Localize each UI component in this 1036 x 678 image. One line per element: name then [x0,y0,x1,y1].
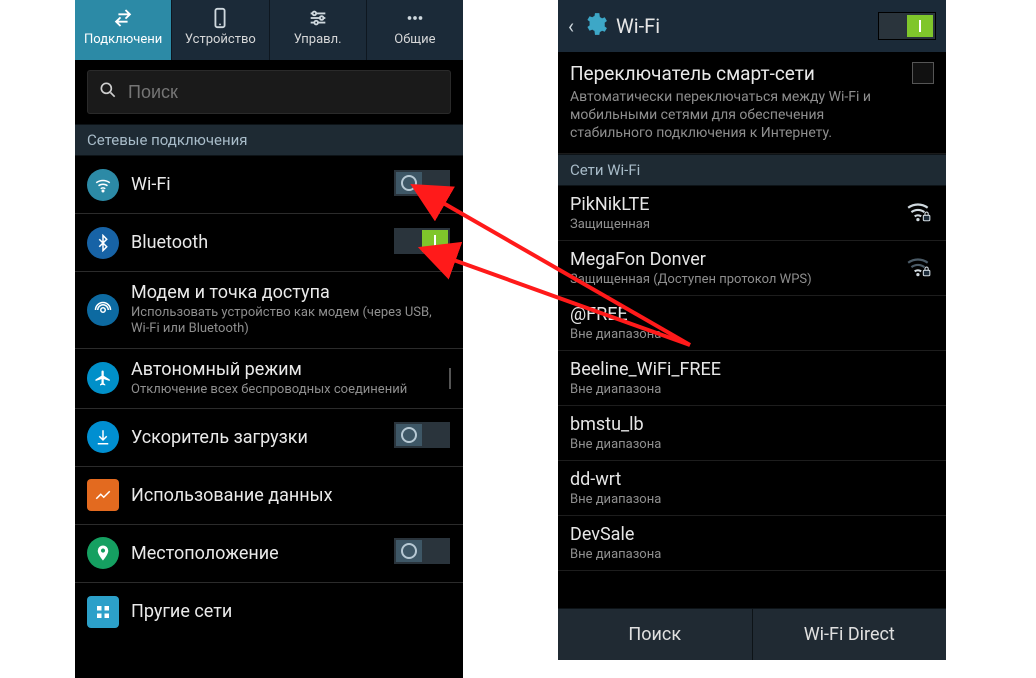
smart-switch-row[interactable]: Переключатель смарт-сети Автоматически п… [558,52,946,154]
row-data-usage[interactable]: Использование данных [75,467,463,525]
row-title: Модем и точка доступа [131,282,451,303]
row-subtitle: Отключение всех беспроводных соединений [131,382,437,398]
network-status: Вне диапазона [570,382,934,397]
more-icon [87,596,119,628]
row-subtitle: Использовать устройство как модем (через… [131,305,451,338]
search-wrap [75,60,463,124]
network-item[interactable]: DevSale Вне диапазона [558,516,946,571]
bluetooth-toggle[interactable] [393,227,451,255]
airplane-checkbox[interactable] [449,368,451,389]
dots-icon [367,6,463,30]
tab-connections[interactable]: Подключени [75,0,172,60]
data-usage-icon [87,479,119,511]
network-item[interactable]: MegaFon Donver Защищенная (Доступен прото… [558,241,946,296]
bottom-bar: Поиск Wi-Fi Direct [558,608,946,660]
network-name: Beeline_WiFi_FREE [570,359,934,380]
network-name: @FREE [570,304,934,325]
search-input[interactable] [128,82,440,103]
row-title: Ускоритель загрузки [131,427,381,448]
row-tethering[interactable]: Модем и точка доступа Использовать устро… [75,272,463,349]
bluetooth-icon [87,227,119,259]
smart-switch-title: Переключатель смарт-сети [570,62,902,85]
row-location[interactable]: Местоположение [75,525,463,583]
top-tabs: Подключени Устройство Управл. Общие [75,0,463,60]
row-bluetooth[interactable]: Bluetooth [75,214,463,272]
row-title: Wi-Fi [131,174,381,195]
network-status: Защищенная [570,217,904,232]
network-item[interactable]: @FREE Вне диапазона [558,296,946,351]
tab-general[interactable]: Общие [367,0,463,60]
download-icon [87,421,119,453]
network-name: PikNikLTE [570,194,904,215]
row-airplane[interactable]: Автономный режим Отключение всех беспров… [75,349,463,409]
wifi-screen: ‹ Wi-Fi Переключатель смарт-сети Автомат… [558,0,946,660]
network-name: DevSale [570,524,934,545]
scan-button[interactable]: Поиск [558,609,753,660]
row-wifi[interactable]: Wi-Fi [75,156,463,214]
network-name: MegaFon Donver [570,249,904,270]
network-status: Вне диапазона [570,547,934,562]
smart-switch-sub: Автоматически переключаться между Wi-Fi … [570,88,902,143]
airplane-icon [87,362,119,394]
smart-switch-checkbox[interactable] [912,62,934,84]
location-icon [87,537,119,569]
tab-label: Устройство [172,32,268,47]
row-title: Bluetooth [131,232,381,253]
swap-icon [75,6,171,30]
network-item[interactable]: bmstu_lb Вне диапазона [558,406,946,461]
row-title: Пругие сети [131,601,451,622]
wifi-master-toggle[interactable] [878,12,936,40]
network-status: Вне диапазона [570,437,934,452]
tab-label: Общие [367,32,463,47]
back-button[interactable]: ‹ [568,14,574,38]
wifi-icon [87,169,119,201]
location-toggle[interactable] [393,537,451,565]
tab-controls[interactable]: Управл. [270,0,367,60]
hotspot-icon [87,294,119,326]
network-status: Вне диапазона [570,492,934,507]
section-header-wifi-networks: Сети Wi-Fi [558,154,946,186]
network-item[interactable]: Beeline_WiFi_FREE Вне диапазона [558,351,946,406]
search-box[interactable] [87,70,451,114]
gear-icon [582,11,608,41]
network-list: PikNikLTE Защищенная MegaFon Donver Защищен… [558,186,946,571]
row-title: Использование данных [131,485,451,506]
search-icon [98,80,118,104]
row-more-networks[interactable]: Пругие сети [75,583,463,641]
network-item[interactable]: PikNikLTE Защищенная [558,186,946,241]
network-name: bmstu_lb [570,414,934,435]
tab-device[interactable]: Устройство [172,0,269,60]
row-download-booster[interactable]: Ускоритель загрузки [75,409,463,467]
network-status: Вне диапазона [570,327,934,342]
screen-title: Wi-Fi [616,14,870,38]
wifi-direct-button[interactable]: Wi-Fi Direct [753,609,947,660]
row-title: Местоположение [131,543,381,564]
wifi-signal-icon [904,253,934,283]
phone-icon [172,6,268,30]
tab-label: Управл. [270,32,366,47]
section-header-network: Сетевые подключения [75,124,463,156]
booster-toggle[interactable] [393,421,451,449]
wifi-header: ‹ Wi-Fi [558,0,946,52]
tab-label: Подключени [75,32,171,47]
network-status: Защищенная (Доступен протокол WPS) [570,272,904,287]
row-title: Автономный режим [131,359,437,380]
settings-screen: Подключени Устройство Управл. Общие [75,0,463,678]
sliders-icon [270,6,366,30]
wifi-signal-icon [904,198,934,228]
wifi-toggle[interactable] [393,169,451,197]
network-name: dd-wrt [570,469,934,490]
network-item[interactable]: dd-wrt Вне диапазона [558,461,946,516]
